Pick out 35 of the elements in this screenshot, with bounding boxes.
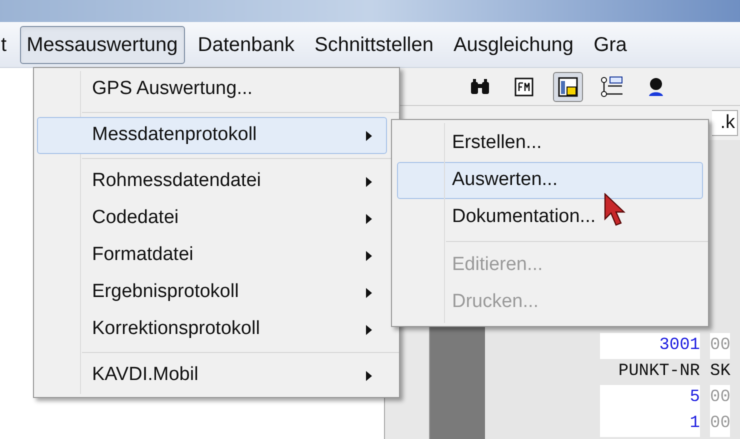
menu-item[interactable]: KAVDI.Mobil (37, 357, 387, 394)
menu-bar-item[interactable]: t (0, 26, 14, 64)
menu-bar-item[interactable]: Ausgleichung (446, 26, 581, 64)
tree-list-icon (600, 76, 624, 98)
menu-bar-item[interactable]: Datenbank (190, 26, 302, 64)
point-number: 3001 (600, 333, 700, 359)
menu-item: Drucken... (451, 290, 540, 314)
menu-item[interactable]: Auswerten... (397, 162, 703, 199)
window-panel-icon (557, 76, 579, 98)
mouse-cursor-icon (604, 193, 626, 227)
menu-item[interactable]: Messdatenprotokoll (37, 117, 387, 154)
text-field[interactable]: .k (712, 110, 738, 136)
menu-item[interactable]: Formatdatei (37, 237, 387, 274)
menu-item[interactable]: Codedatei (37, 200, 387, 237)
code-value: 00 (710, 333, 730, 359)
menu-bar-item[interactable]: Gra (586, 26, 634, 64)
menu-item[interactable]: Ergebnisprotokoll (37, 274, 387, 311)
menu-item[interactable]: Dokumentation... (397, 199, 703, 236)
code-value: 00 (710, 411, 730, 437)
binoculars-icon (469, 78, 491, 96)
column-header: SK (710, 361, 730, 383)
column-header: PUNKT-NR (617, 361, 700, 383)
menu-item[interactable]: GPS Auswertung... (37, 71, 387, 108)
point-number: 1 (600, 411, 700, 437)
document-icon (514, 76, 534, 96)
menu-item: Editieren... (451, 253, 544, 278)
toolbar-button[interactable] (553, 72, 583, 102)
menu-item[interactable]: Korrektionsprotokoll (37, 311, 387, 348)
point-number: 5 (600, 385, 700, 411)
code-value: 00 (710, 385, 730, 411)
menu-item[interactable]: Rohmessdatendatei (37, 163, 387, 200)
menu-bar-item[interactable]: Schnittstellen (308, 26, 440, 64)
person-icon (646, 76, 666, 98)
menu-item[interactable]: Erstellen... (397, 125, 703, 162)
menu-bar-item[interactable]: Messauswertung (20, 26, 185, 64)
